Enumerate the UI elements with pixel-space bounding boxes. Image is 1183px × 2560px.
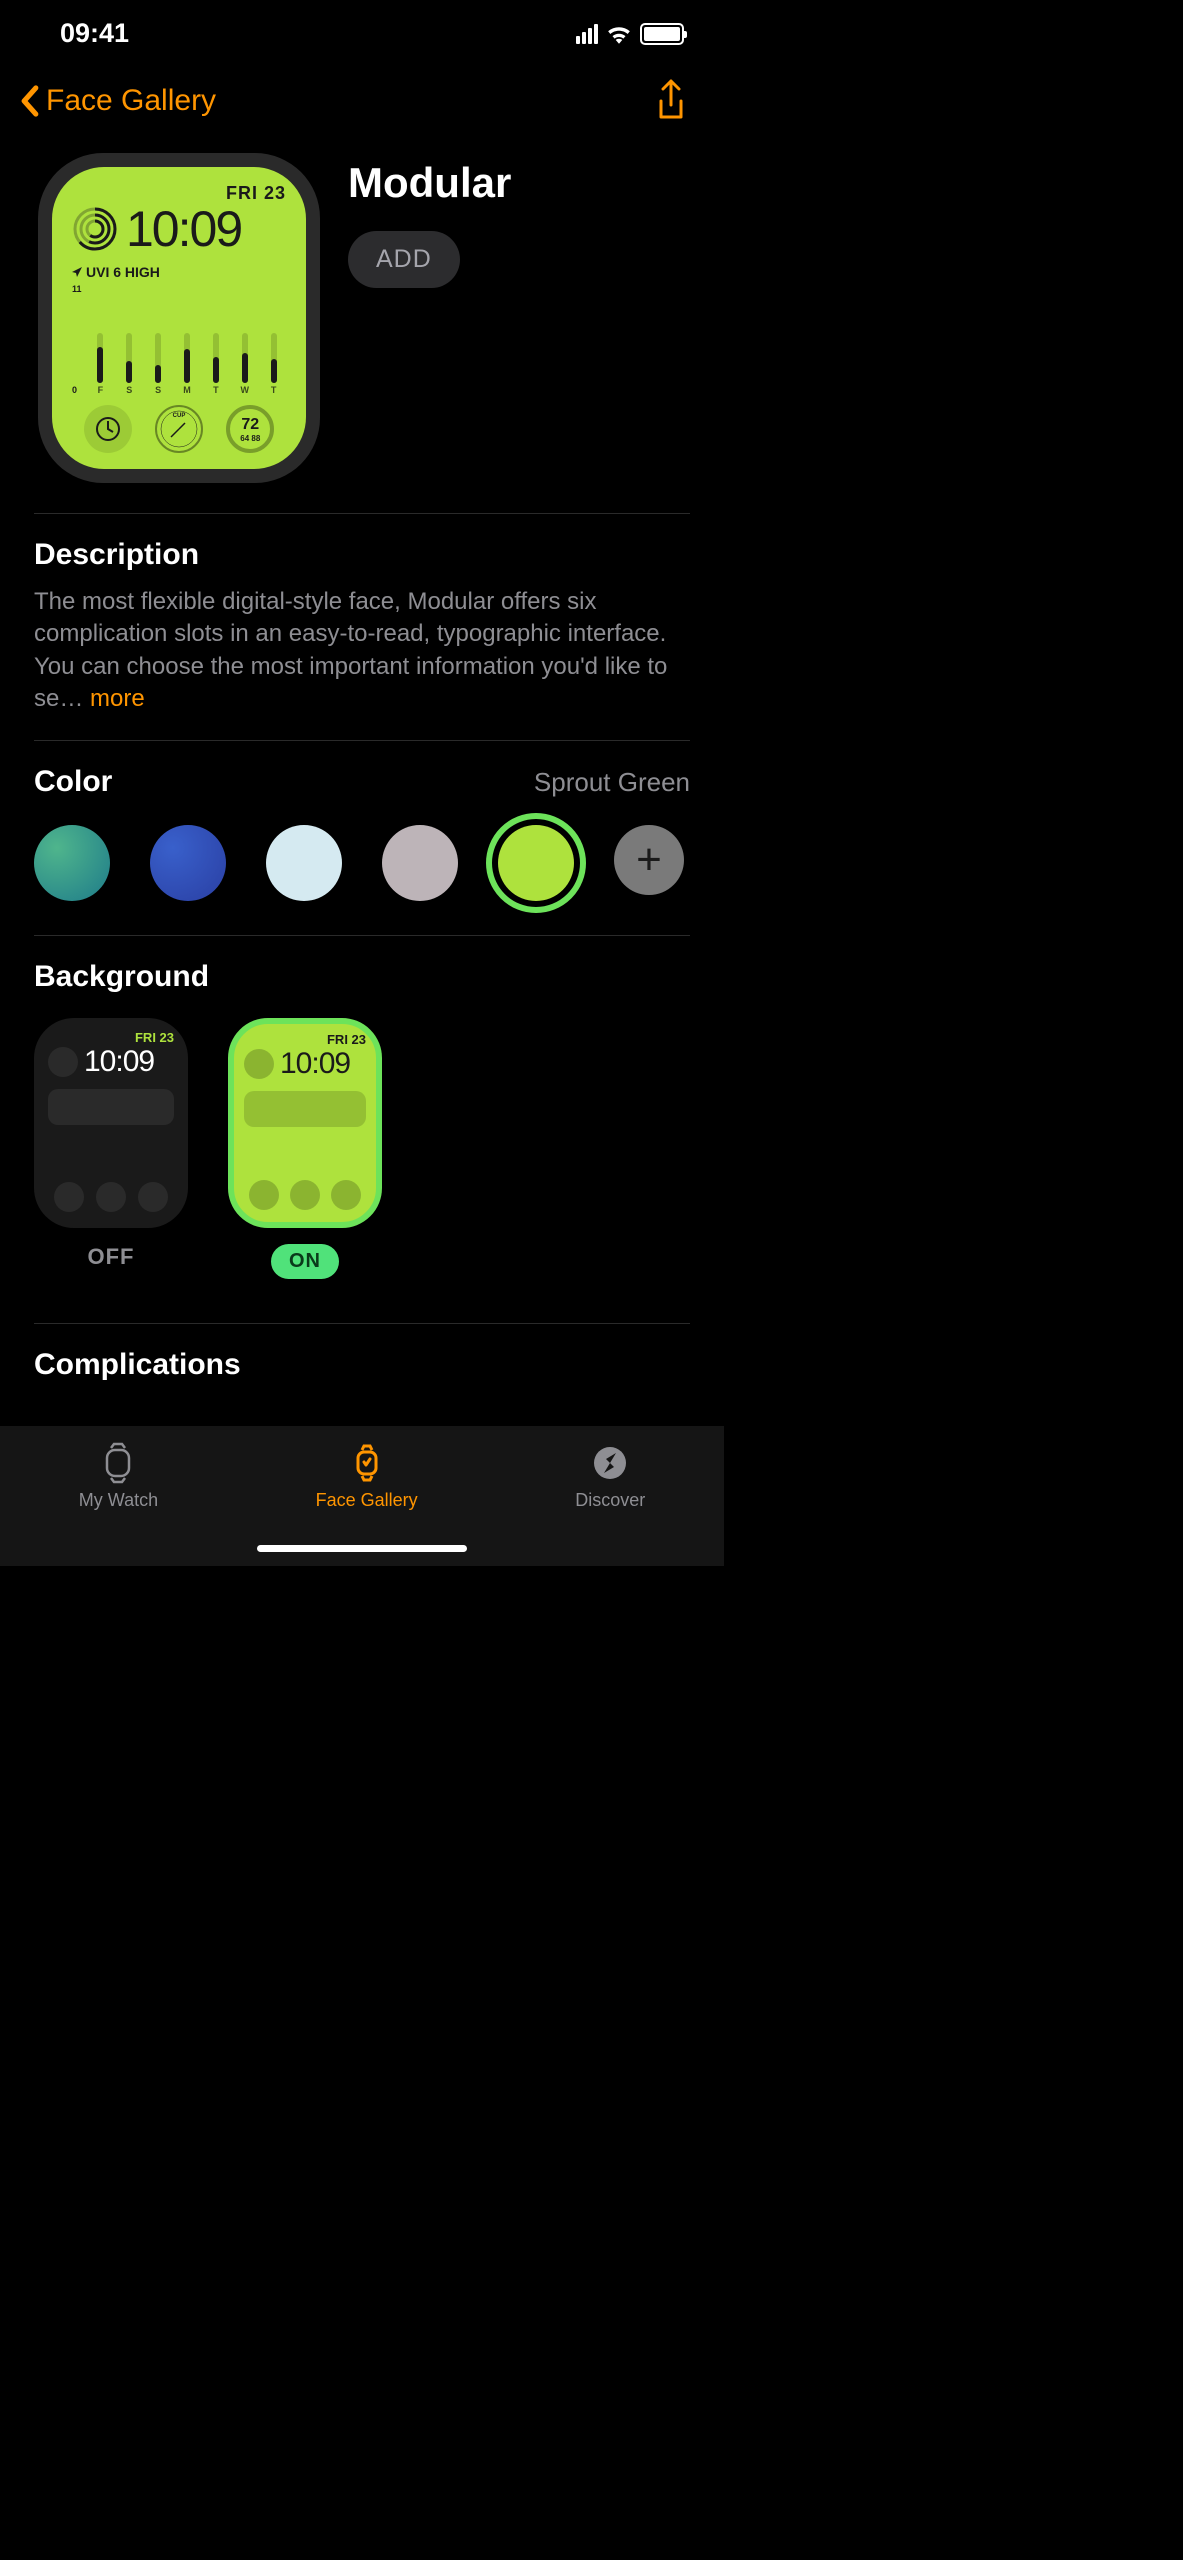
color-swatch-sprout-green[interactable] xyxy=(498,825,574,901)
activity-rings-icon xyxy=(72,206,118,252)
description-section: Description The most flexible digital-st… xyxy=(0,514,724,740)
background-option-off[interactable]: FRI 23 10:09 OFF xyxy=(34,1018,188,1279)
color-section: Color Sprout Green + xyxy=(0,741,724,935)
background-heading: Background xyxy=(34,960,690,994)
world-clock-complication: CUP xyxy=(155,405,203,453)
svg-text:CUP: CUP xyxy=(173,413,186,419)
discover-icon xyxy=(589,1442,631,1484)
cellular-signal-icon xyxy=(576,24,598,44)
navigation-bar: Face Gallery xyxy=(0,59,724,153)
back-label: Face Gallery xyxy=(46,84,216,118)
status-indicators xyxy=(576,23,684,45)
timer-complication xyxy=(84,405,132,453)
on-label: ON xyxy=(271,1244,339,1279)
color-swatch-grey[interactable] xyxy=(382,825,458,901)
color-selected-name: Sprout Green xyxy=(534,767,690,798)
tab-my-watch[interactable]: My Watch xyxy=(79,1442,158,1566)
my-watch-icon xyxy=(97,1442,139,1484)
description-text: The most flexible digital-style face, Mo… xyxy=(34,586,690,716)
watch-time: 10:09 xyxy=(126,200,241,258)
more-link[interactable]: more xyxy=(90,685,145,712)
complications-heading: Complications xyxy=(34,1348,690,1382)
weather-complication: 72 64 88 xyxy=(226,405,274,453)
status-bar: 09:41 xyxy=(0,0,724,59)
complications-section: Complications xyxy=(0,1324,724,1382)
color-swatch-pale-blue[interactable] xyxy=(266,825,342,901)
battery-icon xyxy=(640,23,684,45)
color-swatch-teal-gradient[interactable] xyxy=(34,825,110,901)
face-gallery-icon xyxy=(346,1442,388,1484)
hero-section: FRI 23 10:09 UVI 6 HIGH 11 xyxy=(0,153,724,513)
location-icon xyxy=(72,267,82,277)
color-swatch-blue[interactable] xyxy=(150,825,226,901)
color-heading: Color xyxy=(34,765,112,799)
description-heading: Description xyxy=(34,538,690,572)
share-button[interactable] xyxy=(653,79,689,123)
off-label: OFF xyxy=(88,1244,135,1270)
add-color-button[interactable]: + xyxy=(614,825,684,895)
uv-chart: 11 0 FSSMTWT xyxy=(72,284,286,395)
wifi-icon xyxy=(606,24,632,44)
watch-face-preview: FRI 23 10:09 UVI 6 HIGH 11 xyxy=(38,153,320,483)
uvi-complication: UVI 6 HIGH xyxy=(72,264,286,280)
back-button[interactable]: Face Gallery xyxy=(20,84,216,118)
chevron-left-icon xyxy=(20,85,40,117)
face-title: Modular xyxy=(348,159,686,207)
home-indicator[interactable] xyxy=(257,1545,467,1552)
tab-discover[interactable]: Discover xyxy=(575,1442,645,1566)
add-button[interactable]: ADD xyxy=(348,231,460,288)
background-section: Background FRI 23 10:09 OFF FRI 23 10:09 xyxy=(0,936,724,1303)
background-option-on[interactable]: FRI 23 10:09 ON xyxy=(228,1018,382,1279)
status-time: 09:41 xyxy=(60,18,129,49)
